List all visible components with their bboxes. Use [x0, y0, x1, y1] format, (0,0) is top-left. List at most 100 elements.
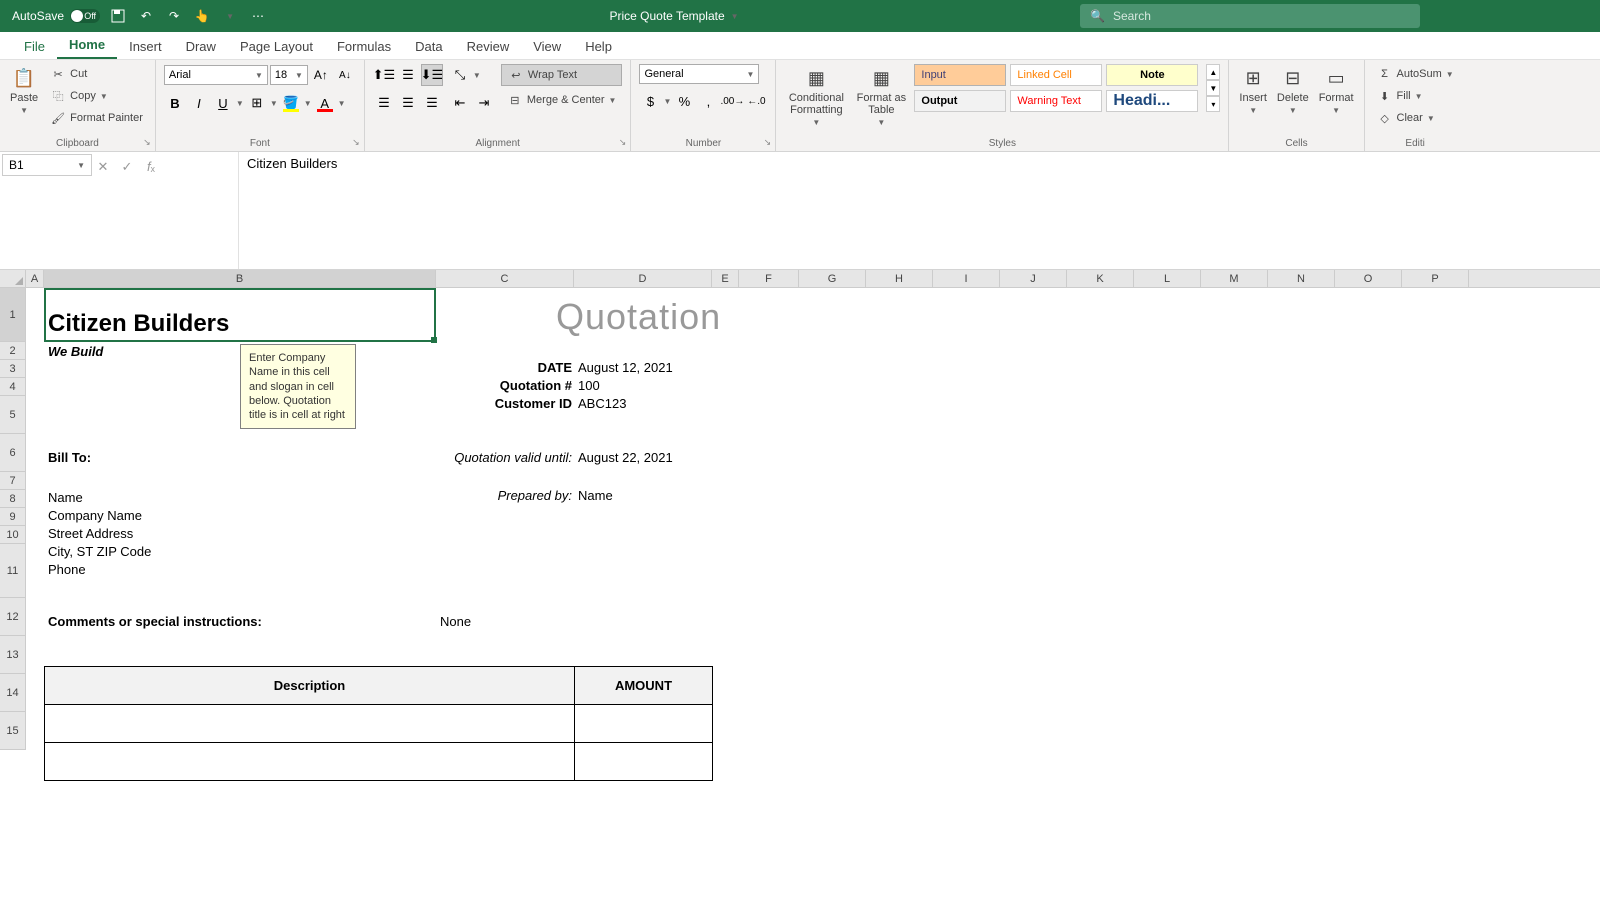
redo-icon[interactable]: ↷ — [164, 6, 184, 26]
formula-input[interactable]: Citizen Builders — [238, 152, 1600, 269]
style-output[interactable]: Output — [914, 90, 1006, 112]
name-box[interactable]: B1▼ — [2, 154, 92, 176]
row-header-4[interactable]: 4 — [0, 378, 26, 396]
align-left-icon[interactable]: ☰ — [373, 92, 395, 114]
tab-insert[interactable]: Insert — [117, 34, 174, 59]
fill-button[interactable]: ⬇Fill▼ — [1373, 86, 1427, 106]
row-header-2[interactable]: 2 — [0, 342, 26, 360]
tab-data[interactable]: Data — [403, 34, 454, 59]
bold-button[interactable]: B — [164, 92, 186, 114]
row-header-7[interactable]: 7 — [0, 472, 26, 490]
percent-button[interactable]: % — [673, 90, 695, 112]
row-header-9[interactable]: 9 — [0, 508, 26, 526]
billto-name[interactable]: Name — [48, 490, 83, 505]
row-header-8[interactable]: 8 — [0, 490, 26, 508]
underline-dropdown-icon[interactable]: ▼ — [236, 99, 244, 108]
style-note[interactable]: Note — [1106, 64, 1198, 86]
clipboard-launcher-icon[interactable]: ↘ — [141, 137, 153, 149]
row-header-5[interactable]: 5 — [0, 396, 26, 434]
tab-page-layout[interactable]: Page Layout — [228, 34, 325, 59]
col-header-g[interactable]: G — [799, 270, 866, 287]
borders-button[interactable]: ⊞ — [246, 92, 268, 114]
style-warning-text[interactable]: Warning Text — [1010, 90, 1102, 112]
billto-phone[interactable]: Phone — [48, 562, 86, 577]
comments-value[interactable]: None — [440, 614, 471, 629]
qat-dropdown-icon[interactable]: ▼ — [220, 6, 240, 26]
company-name-cell[interactable]: Citizen Builders — [48, 310, 229, 338]
customer-id-value[interactable]: ABC123 — [578, 396, 626, 411]
increase-indent-icon[interactable]: ⇥ — [473, 92, 495, 114]
tab-review[interactable]: Review — [455, 34, 522, 59]
fill-color-button[interactable]: 🪣 — [280, 92, 302, 114]
orientation-dropdown-icon[interactable]: ▼ — [473, 71, 481, 80]
autosave-toggle[interactable]: AutoSave Off — [12, 9, 100, 23]
accounting-button[interactable]: $ — [639, 90, 661, 112]
row-header-1[interactable]: 1 — [0, 288, 26, 342]
date-label[interactable]: DATE — [436, 360, 572, 375]
comments-label[interactable]: Comments or special instructions: — [48, 614, 262, 629]
increase-decimal-icon[interactable]: .00→ — [721, 90, 743, 112]
qat-customize-icon[interactable]: ⋯ — [248, 6, 268, 26]
increase-font-icon[interactable]: A↑ — [310, 64, 332, 86]
style-more-icon[interactable]: ▾ — [1206, 96, 1220, 112]
font-size-combo[interactable]: 18▼ — [270, 65, 308, 85]
doc-dropdown-icon[interactable]: ▼ — [731, 12, 739, 21]
col-header-c[interactable]: C — [436, 270, 574, 287]
select-all-corner[interactable] — [0, 270, 26, 288]
prepared-by-value[interactable]: Name — [578, 488, 613, 503]
col-header-h[interactable]: H — [866, 270, 933, 287]
delete-cells-button[interactable]: ⊟Delete▼ — [1275, 64, 1311, 117]
row-header-13[interactable]: 13 — [0, 636, 26, 674]
save-icon[interactable] — [108, 6, 128, 26]
touch-mode-icon[interactable]: 👆 — [192, 6, 212, 26]
col-header-p[interactable]: P — [1402, 270, 1469, 287]
wrap-text-button[interactable]: ↩Wrap Text — [501, 64, 623, 86]
col-header-m[interactable]: M — [1201, 270, 1268, 287]
cancel-formula-icon[interactable]: ✕ — [94, 159, 112, 175]
col-header-b[interactable]: B — [44, 270, 436, 287]
copy-button[interactable]: ⿻Copy▼ — [46, 86, 147, 106]
valid-until-value[interactable]: August 22, 2021 — [578, 450, 673, 465]
tab-formulas[interactable]: Formulas — [325, 34, 403, 59]
quote-table[interactable]: DescriptionAMOUNT — [44, 666, 713, 781]
col-header-l[interactable]: L — [1134, 270, 1201, 287]
tab-view[interactable]: View — [521, 34, 573, 59]
col-header-o[interactable]: O — [1335, 270, 1402, 287]
col-header-f[interactable]: F — [739, 270, 799, 287]
spreadsheet-grid[interactable]: A B C D E F G H I J K L M N O P 1 2 3 4 … — [0, 270, 1600, 750]
alignment-launcher-icon[interactable]: ↘ — [616, 137, 628, 149]
insert-function-icon[interactable]: fₓ — [142, 159, 160, 174]
style-scroll-up-icon[interactable]: ▲ — [1206, 64, 1220, 80]
font-color-button[interactable]: A — [314, 92, 336, 114]
decrease-font-icon[interactable]: A↓ — [334, 64, 356, 86]
accounting-dropdown-icon[interactable]: ▼ — [663, 97, 671, 106]
row-header-6[interactable]: 6 — [0, 434, 26, 472]
borders-dropdown-icon[interactable]: ▼ — [270, 99, 278, 108]
tab-help[interactable]: Help — [573, 34, 624, 59]
table-row[interactable] — [575, 743, 713, 781]
valid-until-label[interactable]: Quotation valid until: — [436, 450, 572, 465]
quotation-no-value[interactable]: 100 — [578, 378, 600, 393]
align-bottom-icon[interactable]: ⬇☰ — [421, 64, 443, 86]
tab-draw[interactable]: Draw — [174, 34, 228, 59]
autosum-button[interactable]: ΣAutoSum▼ — [1373, 64, 1458, 84]
billto-street[interactable]: Street Address — [48, 526, 133, 541]
table-row[interactable] — [45, 705, 575, 743]
paste-button[interactable]: 📋 Paste ▼ — [8, 64, 40, 117]
style-input[interactable]: Input — [914, 64, 1006, 86]
format-painter-button[interactable]: 🖌Format Painter — [46, 108, 147, 128]
number-format-combo[interactable]: General▼ — [639, 64, 759, 84]
row-header-12[interactable]: 12 — [0, 598, 26, 636]
orientation-icon[interactable]: ⤡ — [449, 64, 471, 86]
row-header-15[interactable]: 15 — [0, 712, 26, 750]
merge-center-button[interactable]: ⊟Merge & Center▼ — [501, 90, 623, 110]
format-cells-button[interactable]: ▭Format▼ — [1317, 64, 1356, 117]
billto-company[interactable]: Company Name — [48, 508, 142, 523]
quotation-no-label[interactable]: Quotation # — [436, 378, 572, 393]
number-launcher-icon[interactable]: ↘ — [761, 137, 773, 149]
customer-id-label[interactable]: Customer ID — [436, 396, 572, 411]
table-row[interactable] — [45, 743, 575, 781]
italic-button[interactable]: I — [188, 92, 210, 114]
search-bar[interactable]: 🔍 — [1080, 4, 1420, 28]
col-header-k[interactable]: K — [1067, 270, 1134, 287]
